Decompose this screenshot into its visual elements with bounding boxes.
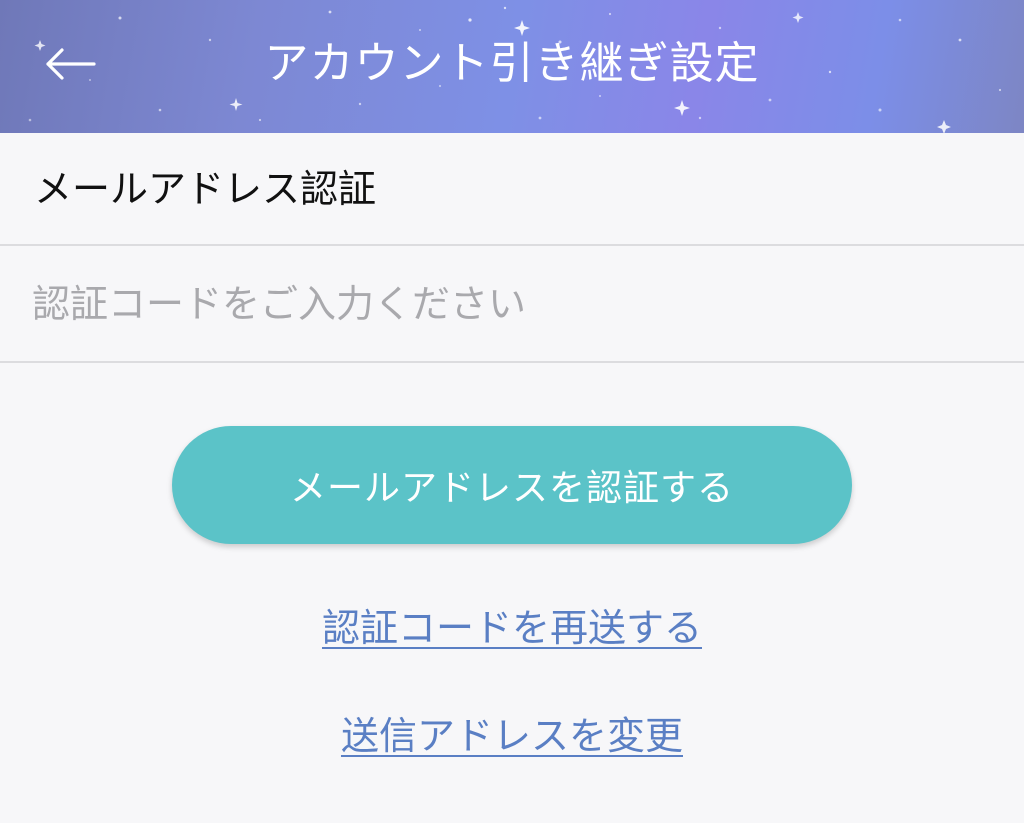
verify-email-button[interactable]: メールアドレスを認証する [172, 426, 852, 544]
code-input-row [0, 246, 1024, 363]
account-transfer-screen: アカウント引き継ぎ設定 メールアドレス認証 メールアドレスを認証する 認証コード… [0, 0, 1024, 823]
back-button[interactable] [36, 30, 104, 98]
resend-code-link[interactable]: 認証コードを再送する [0, 604, 1024, 652]
change-address-link[interactable]: 送信アドレスを変更 [0, 712, 1024, 760]
verification-code-input[interactable] [32, 276, 982, 332]
arrow-left-icon [46, 48, 96, 80]
section-title: メールアドレス認証 [34, 167, 377, 211]
header-bar: アカウント引き継ぎ設定 [0, 0, 1024, 133]
page-title: アカウント引き継ぎ設定 [264, 38, 760, 89]
section-header: メールアドレス認証 [0, 133, 1024, 246]
